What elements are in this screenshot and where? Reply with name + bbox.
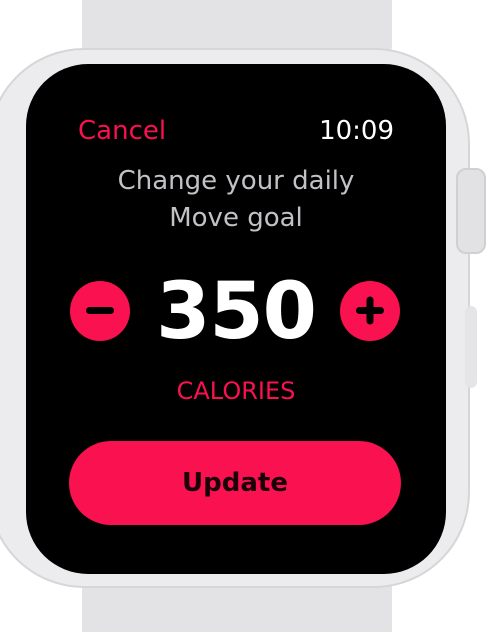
side-button[interactable]: [465, 306, 477, 388]
plus-icon: [356, 296, 384, 325]
minus-icon: [86, 307, 114, 314]
prompt-line-1: Change your daily: [117, 166, 355, 196]
watch-screen: Cancel 10:09 Change your daily Move goal…: [26, 64, 446, 574]
prompt-line-2: Move goal: [169, 203, 303, 233]
digital-crown[interactable]: [456, 168, 486, 254]
goal-unit-label: CALORIES: [176, 377, 296, 405]
decrease-goal-button[interactable]: [70, 281, 130, 341]
increase-goal-button[interactable]: [340, 281, 400, 341]
status-time: 10:09: [319, 116, 394, 146]
update-button[interactable]: Update: [69, 441, 401, 525]
goal-value: 350: [156, 267, 317, 357]
watch-mockup: Cancel 10:09 Change your daily Move goal…: [0, 0, 490, 632]
cancel-button[interactable]: Cancel: [78, 112, 166, 150]
